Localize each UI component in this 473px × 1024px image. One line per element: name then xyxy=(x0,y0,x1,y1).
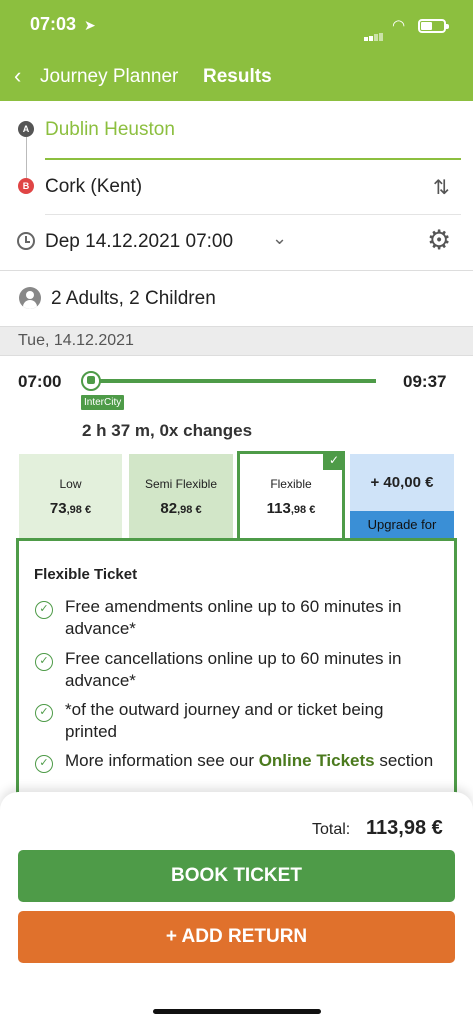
departure-selector[interactable]: Dep 14.12.2021 07:00 xyxy=(45,231,233,253)
journey-summary: 2 h 37 m, 0x changes xyxy=(82,421,253,440)
swap-icon[interactable]: ⇅ xyxy=(433,175,450,200)
upgrade-tab[interactable]: + 40,00 € Upgrade for xyxy=(350,454,454,538)
origin-field[interactable]: Dublin Heuston xyxy=(45,119,175,141)
divider xyxy=(45,214,461,215)
route-connector xyxy=(26,137,27,179)
feature-text: More information see our Online Tickets … xyxy=(65,751,434,770)
gear-icon[interactable]: ⚙ xyxy=(427,225,451,256)
fare-label: Semi Flexible xyxy=(144,477,218,491)
date-header: Tue, 14.12.2021 xyxy=(0,326,473,356)
nav-bar: ‹ Journey Planner Results xyxy=(0,62,473,92)
online-tickets-link[interactable]: Online Tickets xyxy=(259,751,375,770)
check-circle-icon: ✓ xyxy=(35,601,53,619)
journey-line xyxy=(100,379,376,383)
check-icon: ✓ xyxy=(323,451,345,470)
check-circle-icon: ✓ xyxy=(35,755,53,773)
total-value: 113,98 € xyxy=(366,817,443,839)
fare-price: 82,98 € xyxy=(160,500,202,517)
clock-icon xyxy=(17,232,35,250)
status-time: 07:03 xyxy=(30,14,77,34)
upgrade-price: + 40,00 € xyxy=(370,474,434,491)
check-circle-icon: ✓ xyxy=(35,653,53,671)
battery-icon xyxy=(418,19,449,33)
book-ticket-button[interactable]: BOOK TICKET xyxy=(18,850,455,902)
back-button[interactable]: Journey Planner xyxy=(40,66,178,88)
route-panel: A B Dublin Heuston Cork (Kent) ⇅ Dep 14.… xyxy=(0,101,473,271)
app-header: 07:03 ➤ ◠ ‹ Journey Planner Results xyxy=(0,0,473,101)
feature-text: Free amendments online up to 60 minutes … xyxy=(65,597,402,638)
back-chevron-icon[interactable]: ‹ xyxy=(14,62,21,90)
fare-price: 73,98 € xyxy=(49,500,92,517)
location-arrow-icon: ➤ xyxy=(84,17,96,33)
passengers-label: 2 Adults, 2 Children xyxy=(51,288,216,309)
passengers-row[interactable]: 2 Adults, 2 Children xyxy=(0,272,473,326)
add-return-button[interactable]: + ADD RETURN xyxy=(18,911,455,963)
fare-tab-low[interactable]: Low 73,98 € xyxy=(19,454,122,538)
ticket-title: Flexible Ticket xyxy=(34,566,138,583)
home-indicator xyxy=(153,1009,321,1014)
train-type-badge: InterCity xyxy=(81,395,125,410)
status-bar: 07:03 ➤ ◠ xyxy=(0,14,473,41)
origin-marker: A xyxy=(18,121,34,137)
feature-text: Free cancellations online up to 60 minut… xyxy=(65,649,402,690)
check-circle-icon: ✓ xyxy=(35,704,53,722)
fare-price: 113,98 € xyxy=(266,500,316,517)
upgrade-label: Upgrade for xyxy=(350,511,454,538)
total-label: Total: xyxy=(312,821,351,838)
ticket-details: Flexible Ticket ✓ Free amendments online… xyxy=(16,538,457,798)
page-title: Results xyxy=(203,66,272,87)
chevron-down-icon[interactable]: ⌄ xyxy=(272,228,287,249)
date-header-label: Tue, 14.12.2021 xyxy=(18,332,134,349)
origin-underline xyxy=(45,158,461,160)
fare-label: Flexible xyxy=(270,477,312,491)
feature-text: *of the outward journey and or ticket be… xyxy=(65,700,384,741)
checkout-sheet: Total: 113,98 € BOOK TICKET + ADD RETURN xyxy=(0,792,473,1024)
arrival-time: 09:37 xyxy=(403,372,447,391)
wifi-icon: ◠ xyxy=(392,17,406,34)
destination-field[interactable]: Cork (Kent) xyxy=(45,176,142,198)
fare-tab-flexible[interactable]: ✓ Flexible 113,98 € xyxy=(237,451,345,539)
signal-icon xyxy=(364,23,384,41)
person-icon xyxy=(19,287,41,309)
fare-tab-semi-flexible[interactable]: Semi Flexible 82,98 € xyxy=(129,454,233,538)
departure-time: 07:00 xyxy=(18,372,62,391)
fare-label: Low xyxy=(59,477,82,491)
train-icon xyxy=(81,371,101,391)
destination-marker: B xyxy=(18,178,34,194)
